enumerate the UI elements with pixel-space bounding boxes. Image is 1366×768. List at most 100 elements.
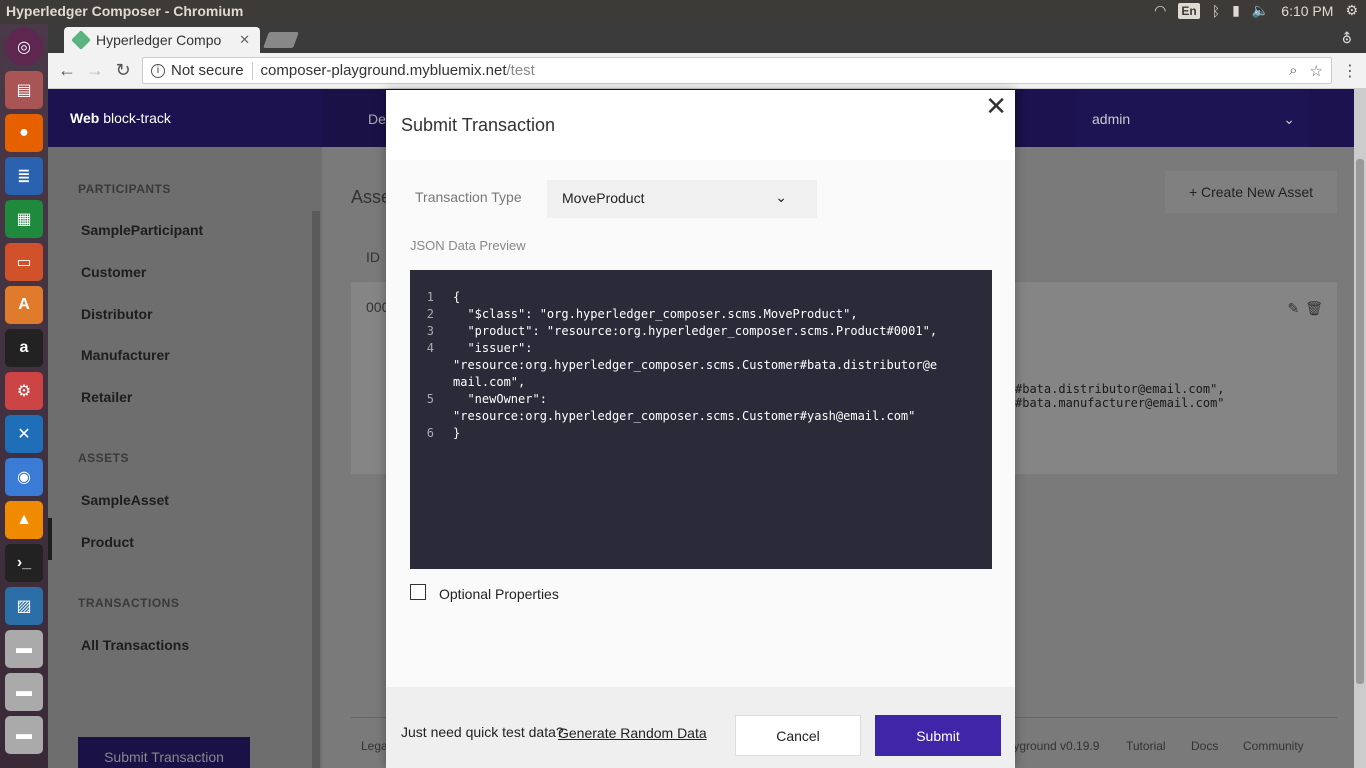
terminal-icon[interactable]: ›_ [5, 544, 43, 582]
asset-json: #bata.distributor@email.com", #bata.manuf… [1015, 382, 1225, 410]
reload-button[interactable]: ↻ [109, 57, 137, 85]
sidebar-item-customer[interactable]: Customer [81, 264, 146, 280]
back-button[interactable]: ← [53, 57, 81, 85]
vlc-icon[interactable]: ▲ [5, 501, 43, 539]
footer-community[interactable]: Community [1243, 739, 1304, 753]
hyperledger-favicon-icon [71, 30, 91, 50]
clock[interactable]: 6:10 PM [1281, 3, 1333, 19]
writer-icon[interactable]: ≣ [5, 157, 43, 195]
drive-icon[interactable]: ▬ [5, 716, 43, 754]
json-editor[interactable]: 1{ 2 "$class": "org.hyperledger_composer… [410, 270, 992, 569]
edit-icon[interactable]: ✎ [1287, 300, 1299, 317]
user-menu[interactable]: admin ⌄ [1076, 89, 1309, 147]
footer-legal[interactable]: Lega [361, 739, 388, 753]
sidebar-item-manufacturer[interactable]: Manufacturer [81, 347, 170, 363]
url-path: /test [506, 62, 535, 79]
os-top-panel: Hyperledger Composer - Chromium ◠ En ᛒ ▮… [0, 0, 1366, 24]
code-line: 1{ [426, 290, 461, 304]
transaction-type-value: MoveProduct [562, 190, 645, 206]
volume-icon[interactable]: 🔈 [1252, 2, 1269, 19]
drive-icon[interactable]: ▬ [5, 673, 43, 711]
launcher: ◎ ▤ ● ≣ ▦ ▭ A a ⚙ ✕ ◉ ▲ ›_ ▨ ▬ ▬ ▬ [0, 24, 48, 768]
address-bar[interactable]: i Not secure composer-playground.mybluem… [142, 57, 1332, 84]
zoom-icon[interactable]: ⌕ [1289, 62, 1297, 80]
browser-window: Hyperledger Compo ✕ ⛢ ← → ↻ i Not secure… [48, 24, 1366, 768]
browser-menu-icon[interactable]: ⋮ [1342, 61, 1358, 81]
brand: Web block-track [70, 110, 171, 126]
submit-transaction-modal: Submit Transaction ✕ Transaction Type Mo… [386, 90, 1015, 768]
sidebar-item-distributor[interactable]: Distributor [81, 306, 153, 322]
code-line: "resource:org.hyperledger_composer.scms.… [453, 409, 916, 423]
browser-toolbar: ← → ↻ i Not secure composer-playground.m… [48, 53, 1366, 89]
sidebar-item-sampleasset[interactable]: SampleAsset [81, 492, 169, 508]
id-column-header: ID [366, 249, 380, 265]
close-icon[interactable]: ✕ [985, 93, 1007, 119]
new-tab-button[interactable] [263, 32, 299, 48]
tab-title: Hyperledger Compo [96, 32, 222, 48]
incognito-icon: ⛢ [1341, 30, 1352, 46]
window-title: Hyperledger Composer - Chromium [6, 3, 244, 19]
optional-properties-checkbox[interactable] [410, 584, 426, 600]
code-line: 4 "issuer": [426, 341, 533, 355]
sidebar-item-all-transactions[interactable]: All Transactions [81, 637, 189, 653]
user-name: admin [1092, 111, 1131, 127]
ubuntu-icon[interactable]: ◎ [5, 28, 43, 66]
page-scrollbar[interactable] [1354, 89, 1366, 768]
forward-button[interactable]: → [81, 57, 109, 85]
nav-define[interactable]: De [368, 111, 386, 127]
sidebar-scrollbar[interactable] [312, 211, 320, 768]
wifi-icon[interactable]: ◠ [1154, 2, 1166, 19]
sidebar-item-product[interactable]: Product [81, 534, 134, 550]
firefox-icon[interactable]: ● [5, 114, 43, 152]
bookmark-star-icon[interactable]: ☆ [1310, 62, 1323, 80]
optional-properties-label[interactable]: Optional Properties [439, 586, 559, 602]
browser-tab[interactable]: Hyperledger Compo ✕ [64, 27, 260, 53]
transaction-type-select[interactable]: MoveProduct ⌄ [547, 180, 817, 218]
json-preview-label: JSON Data Preview [410, 238, 526, 253]
close-tab-icon[interactable]: ✕ [239, 32, 250, 48]
keyboard-indicator[interactable]: En [1178, 2, 1200, 19]
vscode-icon[interactable]: ✕ [5, 415, 43, 453]
participants-heading: PARTICIPANTS [78, 182, 171, 196]
chromium-icon[interactable]: ◉ [5, 458, 43, 496]
code-line: 2 "$class": "org.hyperledger_composer.sc… [426, 307, 858, 321]
active-indicator [48, 518, 52, 560]
sidebar-item-sampleparticipant[interactable]: SampleParticipant [81, 222, 203, 238]
code-line: 3 "product": "resource:org.hyperledger_c… [426, 324, 938, 338]
files-icon[interactable]: ▤ [5, 71, 43, 109]
chevron-down-icon: ⌄ [1283, 111, 1295, 127]
settings-icon[interactable]: ⚙ [5, 372, 43, 410]
amazon-icon[interactable]: a [5, 329, 43, 367]
generate-random-data-link[interactable]: Generate Random Data [558, 725, 707, 741]
battery-icon[interactable]: ▮ [1232, 2, 1240, 19]
submit-transaction-button[interactable]: Submit Transaction [78, 737, 250, 768]
sidebar-item-retailer[interactable]: Retailer [81, 389, 132, 405]
footer-docs[interactable]: Docs [1191, 739, 1218, 753]
submit-button[interactable]: Submit [875, 715, 1001, 756]
code-line: "resource:org.hyperledger_composer.scms.… [453, 358, 938, 372]
quick-data-text: Just need quick test data? [401, 724, 564, 740]
code-line: 5 "newOwner": [426, 392, 547, 406]
bluetooth-icon[interactable]: ᛒ [1212, 3, 1220, 19]
code-line: 6} [426, 426, 461, 440]
image-viewer-icon[interactable]: ▨ [5, 587, 43, 625]
trash-icon[interactable]: 🗑 [1305, 300, 1323, 317]
cancel-button[interactable]: Cancel [735, 715, 861, 756]
chevron-down-icon: ⌄ [775, 189, 787, 205]
gear-icon[interactable]: ⚙ [1345, 2, 1358, 19]
transaction-type-label: Transaction Type [415, 189, 522, 205]
footer-tutorial[interactable]: Tutorial [1126, 739, 1166, 753]
modal-footer: Just need quick test data? Generate Rand… [386, 687, 1015, 768]
software-center-icon[interactable]: A [5, 286, 43, 324]
calc-icon[interactable]: ▦ [5, 200, 43, 238]
impress-icon[interactable]: ▭ [5, 243, 43, 281]
drive-icon[interactable]: ▬ [5, 630, 43, 668]
create-new-asset-button[interactable]: + Create New Asset [1165, 171, 1337, 213]
modal-title: Submit Transaction [401, 115, 556, 135]
sidebar: PARTICIPANTS SampleParticipant Customer … [48, 147, 322, 768]
security-label: Not secure [171, 62, 244, 79]
modal-header: Submit Transaction ✕ [386, 90, 1015, 160]
url-host: composer-playground.mybluemix.net [260, 62, 507, 79]
assets-heading: ASSETS [78, 451, 130, 465]
info-icon[interactable]: i [151, 63, 165, 78]
